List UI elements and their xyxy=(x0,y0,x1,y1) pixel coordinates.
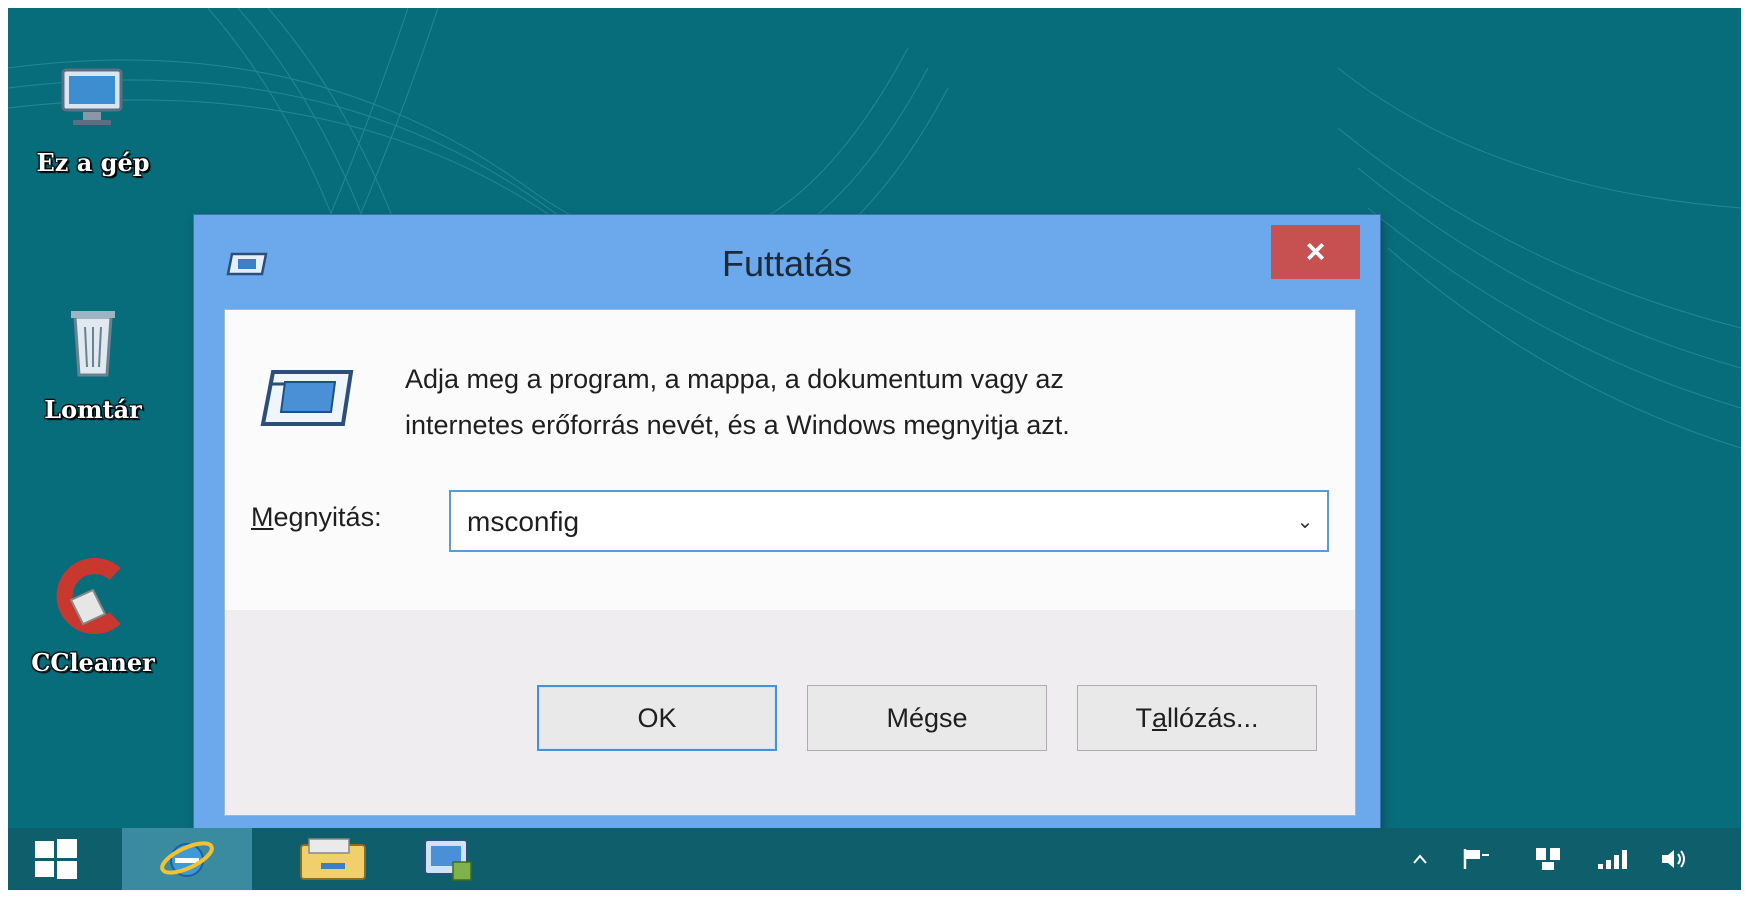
open-combobox[interactable]: ⌄ xyxy=(449,490,1329,552)
desktop-icon-this-pc[interactable]: Ez a gép xyxy=(18,56,168,177)
action-center-button[interactable] xyxy=(1456,842,1496,876)
close-button[interactable]: × xyxy=(1271,225,1360,279)
ccleaner-icon xyxy=(56,558,121,634)
network-button[interactable] xyxy=(1528,842,1568,876)
volume-icon xyxy=(1662,850,1685,868)
desktop-icon-label: Ez a gép xyxy=(36,148,150,177)
open-label-accesskey: M xyxy=(251,502,274,532)
file-explorer-icon xyxy=(300,838,366,880)
cancel-label: Mégse xyxy=(886,702,968,733)
desktop-icon-label: Lomtár xyxy=(44,395,142,424)
browse-label-post: llózás... xyxy=(1166,702,1259,733)
run-dialog: Futtatás × Adja meg a program, a mappa, … xyxy=(194,215,1380,835)
control-panel-icon xyxy=(424,839,472,881)
show-hidden-icons-icon xyxy=(1413,854,1427,864)
ok-label: OK xyxy=(637,702,677,733)
description-line: Adja meg a program, a mappa, a dokumentu… xyxy=(405,364,1064,394)
desktop-icon-label: CCleaner xyxy=(31,648,155,677)
open-label-text: egnyitás: xyxy=(273,502,382,532)
dialog-title: Futtatás xyxy=(721,243,853,284)
chevron-down-icon[interactable]: ⌄ xyxy=(1291,506,1319,536)
computer-icon xyxy=(61,68,123,125)
signal-icon xyxy=(1598,850,1627,869)
open-label: Megnyitás: xyxy=(251,502,382,533)
taskbar xyxy=(8,828,1741,890)
run-program-icon xyxy=(260,370,354,426)
recycle-bin-icon xyxy=(71,311,115,377)
desktop-icon-ccleaner[interactable]: CCleaner xyxy=(18,556,168,677)
open-input[interactable] xyxy=(465,500,1249,544)
desktop-icon-recycle-bin[interactable]: Lomtár xyxy=(18,303,168,424)
desktop: Ez a gép Lomtár CCleaner Futtatás × Adja… xyxy=(8,8,1741,890)
ok-button[interactable]: OK xyxy=(537,685,777,751)
browse-label-pre: T xyxy=(1135,702,1152,733)
taskbar-file-explorer[interactable] xyxy=(288,828,378,890)
network-icon xyxy=(1536,848,1560,870)
browse-label-accesskey: a xyxy=(1151,702,1167,733)
dialog-description: Adja meg a program, a mappa, a dokumentu… xyxy=(405,356,1305,448)
browse-button[interactable]: Ta llózás... xyxy=(1077,685,1317,751)
action-center-flag-icon xyxy=(1463,849,1489,869)
signal-button[interactable] xyxy=(1592,842,1632,876)
cancel-button[interactable]: Mégse xyxy=(807,685,1047,751)
windows-start-icon xyxy=(35,839,77,879)
internet-explorer-icon xyxy=(160,841,214,877)
close-icon: × xyxy=(1305,232,1326,271)
show-hidden-icons-button[interactable] xyxy=(1408,842,1432,876)
volume-button[interactable] xyxy=(1654,842,1694,876)
start-button[interactable] xyxy=(18,828,94,890)
dialog-body: Adja meg a program, a mappa, a dokumentu… xyxy=(224,309,1356,816)
description-line: internetes erőforrás nevét, és a Windows… xyxy=(405,410,1070,440)
taskbar-internet-explorer[interactable] xyxy=(122,828,252,890)
taskbar-control-panel[interactable] xyxy=(408,828,488,890)
